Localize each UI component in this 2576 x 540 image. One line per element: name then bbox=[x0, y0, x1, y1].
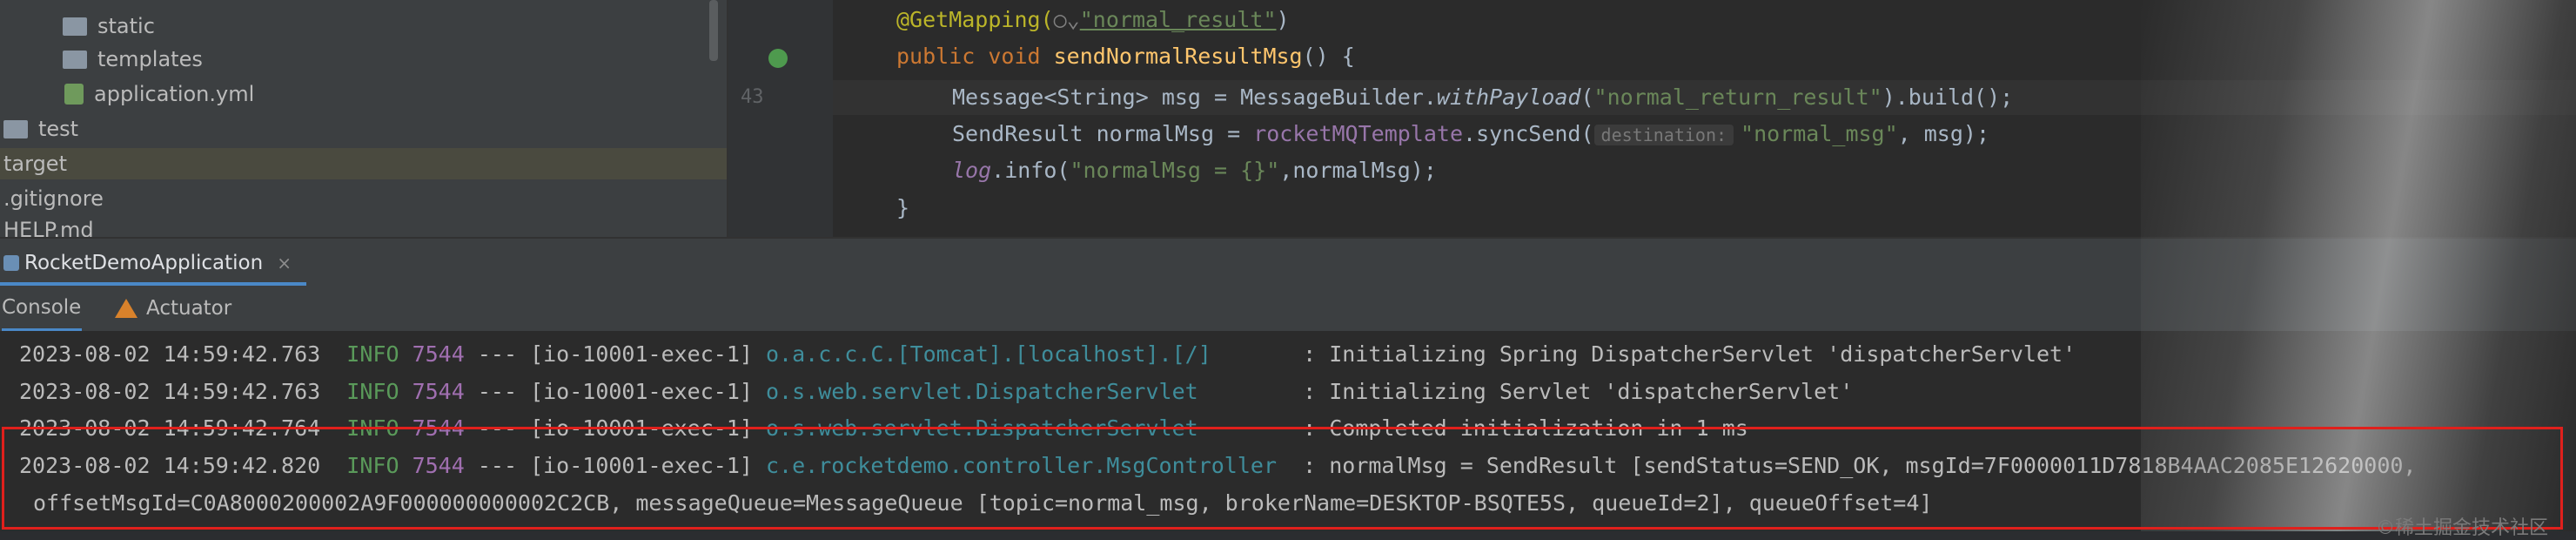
code-line-signature: public void sendNormalResultMsg() { bbox=[896, 44, 1355, 69]
spring-app-icon bbox=[3, 255, 19, 271]
run-method-icon[interactable] bbox=[768, 49, 788, 68]
tree-item-static[interactable]: static bbox=[63, 10, 155, 42]
project-tree: static templates application.yml test ta… bbox=[0, 0, 730, 242]
tree-item-label: .gitignore bbox=[3, 186, 104, 211]
tree-item-label: templates bbox=[97, 47, 203, 71]
tab-console[interactable]: Console bbox=[2, 286, 82, 331]
tree-item-application-yml[interactable]: application.yml bbox=[64, 78, 254, 110]
tree-item-templates[interactable]: templates bbox=[63, 44, 203, 75]
folder-icon bbox=[63, 17, 87, 36]
tree-item-test[interactable]: test bbox=[3, 113, 78, 145]
code-line-annotation: @GetMapping(○⌄"normal_result") bbox=[896, 7, 1290, 32]
code-line-message: Message<String> msg = MessageBuilder.wit… bbox=[952, 84, 2014, 110]
tree-item-label: target bbox=[3, 152, 67, 176]
tab-actuator[interactable]: Actuator bbox=[115, 286, 231, 331]
tree-item-label: application.yml bbox=[94, 82, 255, 106]
actuator-icon bbox=[115, 299, 138, 318]
yml-file-icon bbox=[64, 84, 84, 105]
tree-item-target[interactable]: target bbox=[0, 148, 730, 179]
line-number: 43 bbox=[741, 86, 764, 108]
tree-item-label: test bbox=[38, 117, 79, 141]
tree-scrollbar[interactable] bbox=[709, 0, 718, 61]
code-line-closing-brace: } bbox=[896, 195, 910, 220]
watermark: ©稀土掘金技术社区 bbox=[2376, 517, 2549, 539]
parameter-hint: destination: bbox=[1593, 125, 1734, 145]
highlight-box bbox=[2, 427, 2563, 530]
editor-gutter: 43 bbox=[728, 0, 833, 237]
tab-rocketdemoapplication[interactable]: RocketDemoApplication × bbox=[0, 239, 304, 287]
folder-icon bbox=[63, 50, 87, 69]
tree-item-gitignore[interactable]: .gitignore bbox=[3, 183, 104, 214]
log-line: 2023-08-02 14:59:42.763 INFO 7544 --- [i… bbox=[19, 379, 1854, 404]
tree-item-label: static bbox=[97, 14, 155, 38]
code-line-sendresult: SendResult normalMsg = rocketMQTemplate.… bbox=[952, 121, 1990, 146]
close-tab-icon[interactable]: × bbox=[277, 253, 292, 273]
log-line: 2023-08-02 14:59:42.763 INFO 7544 --- [i… bbox=[19, 341, 2076, 367]
code-line-log: log.info("normalMsg = {}",normalMsg); bbox=[952, 158, 1437, 183]
folder-icon bbox=[3, 119, 28, 138]
